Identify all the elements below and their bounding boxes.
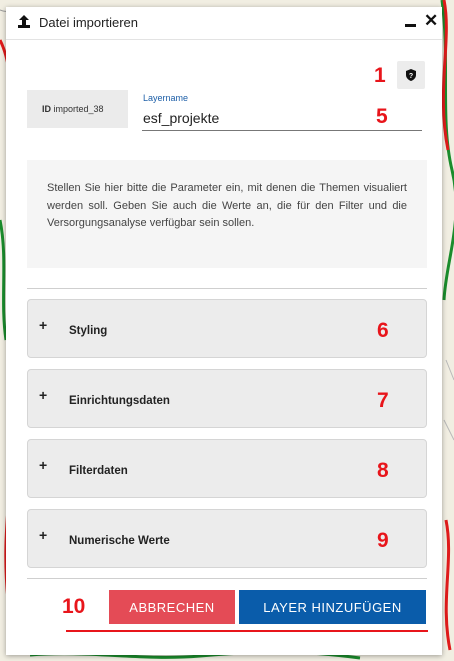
annotation-marker: 6 [377, 319, 389, 342]
annotation-marker: 8 [377, 459, 389, 482]
accordion-numerische-werte[interactable]: + Numerische Werte 9 [27, 509, 427, 568]
accordion-einrichtungsdaten[interactable]: + Einrichtungsdaten 7 [27, 369, 427, 428]
close-icon[interactable]: ✕ [424, 12, 438, 30]
dialog-titlebar[interactable]: Datei importieren ✕ [6, 7, 442, 40]
accordion-label: Styling [69, 325, 108, 337]
expand-icon: + [39, 317, 48, 333]
divider-top [27, 288, 427, 289]
accordion-styling[interactable]: + Styling 6 [27, 299, 427, 358]
svg-text:?: ? [409, 73, 413, 80]
info-icon: ? [406, 69, 416, 81]
dialog-title: Datei importieren [39, 15, 138, 30]
accordion-label: Filterdaten [69, 465, 128, 477]
info-button[interactable]: ? [397, 61, 425, 89]
layername-label: Layername [143, 93, 189, 103]
expand-icon: + [39, 527, 48, 543]
expand-icon: + [39, 457, 48, 473]
expand-icon: + [39, 387, 48, 403]
cancel-button[interactable]: ABBRECHEN [109, 590, 235, 624]
accordion-label: Numerische Werte [69, 535, 170, 547]
id-prefix: ID [42, 104, 51, 114]
upload-icon [18, 15, 30, 28]
id-value: imported_38 [53, 104, 104, 114]
layer-id-box: ID imported_38 [27, 90, 128, 128]
annotation-marker-buttons: 10 [62, 595, 86, 618]
description-text: Stellen Sie hier bitte die Parameter ein… [47, 182, 407, 229]
accordion-filterdaten[interactable]: + Filterdaten 8 [27, 439, 427, 498]
annotation-marker: 7 [377, 389, 389, 412]
accordion-label: Einrichtungsdaten [69, 395, 170, 407]
annotation-underline [66, 630, 428, 632]
import-dialog: Datei importieren ✕ 1 ? ID imported_38 L… [6, 7, 442, 655]
add-layer-button[interactable]: LAYER HINZUFÜGEN [239, 590, 426, 624]
annotation-marker-layername: 5 [376, 105, 388, 128]
annotation-marker: 9 [377, 529, 389, 552]
divider-bottom [27, 578, 427, 579]
annotation-marker-info: 1 [374, 64, 386, 87]
minimize-icon[interactable] [404, 14, 418, 30]
description-panel: Stellen Sie hier bitte die Parameter ein… [27, 160, 427, 268]
